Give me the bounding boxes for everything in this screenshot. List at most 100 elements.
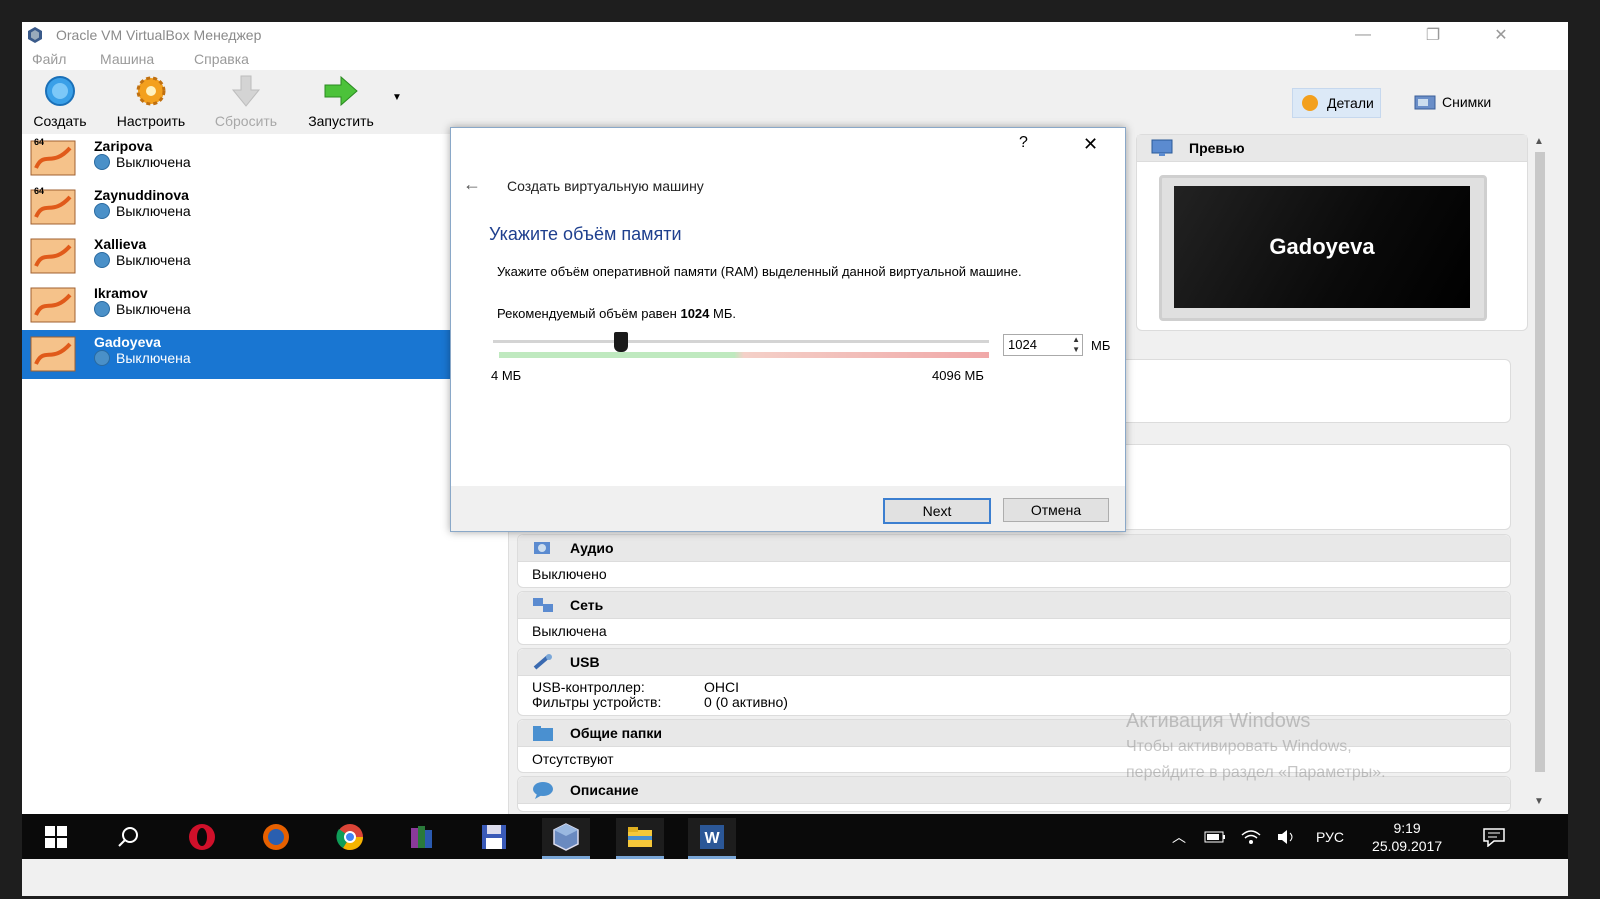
menu-machine[interactable]: Машина — [100, 51, 154, 67]
close-window-button[interactable]: ✕ — [1478, 22, 1524, 48]
volume-icon[interactable] — [1276, 829, 1298, 845]
camera-icon — [1414, 95, 1436, 110]
vm-item-xallieva[interactable]: Xallieva Выключена — [22, 232, 508, 281]
discard-button[interactable]: Сбросить — [208, 74, 284, 129]
scroll-up-icon[interactable]: ▲ — [1534, 136, 1544, 147]
os-icon — [30, 238, 76, 274]
vm-item-gadoyeva[interactable]: Gadoyeva Выключена — [22, 330, 508, 379]
wizard-heading: Укажите объём памяти — [489, 224, 682, 244]
gear-icon — [136, 76, 166, 106]
audio-value: Выключено — [532, 566, 607, 582]
vm-item-zaynuddinova[interactable]: 64 Zaynuddinova Выключена — [22, 183, 508, 232]
create-button[interactable]: Создать — [28, 74, 92, 129]
power-off-icon — [94, 203, 110, 219]
recommended-text: Рекомендуемый объём равен 1024 МБ. — [497, 306, 736, 321]
back-arrow-icon[interactable]: ← — [463, 174, 481, 195]
scrollbar-thumb[interactable] — [1535, 152, 1545, 772]
create-vm-dialog: ? ✕ ← Создать виртуальную машину Укажите… — [450, 127, 1126, 532]
help-button[interactable]: ? — [1019, 134, 1028, 152]
chevron-up-icon[interactable]: ︿ — [1172, 827, 1186, 847]
spin-arrows-icon[interactable]: ▲ ▼ — [1072, 335, 1080, 355]
settings-button[interactable]: Настроить — [110, 74, 192, 129]
restore-button[interactable]: ❐ — [1410, 22, 1456, 48]
audio-section: Аудио Выключено — [517, 534, 1511, 588]
clock[interactable]: 9:19 25.09.2017 — [1372, 819, 1442, 855]
taskbar-chrome[interactable] — [326, 818, 374, 856]
system-tray: ︿ РУС 9:19 25.09.2017 — [1172, 814, 1506, 859]
slider-min-label: 4 МБ — [491, 368, 522, 383]
taskbar-file-explorer[interactable] — [616, 818, 664, 859]
power-off-icon — [94, 252, 110, 268]
memory-spinbox[interactable]: 1024 ▲ ▼ — [1003, 334, 1083, 356]
usb-header[interactable]: USB — [518, 649, 1510, 676]
network-value: Выключена — [532, 623, 607, 639]
usb-section: USB USB-контроллер: OHCI Фильтры устройст… — [517, 648, 1511, 716]
menu-file[interactable]: Файл — [32, 51, 66, 67]
create-icon — [45, 76, 75, 106]
cancel-button[interactable]: Отмена — [1003, 498, 1109, 522]
vm-item-zaripova[interactable]: 64 Zaripova Выключена — [22, 134, 508, 183]
snapshots-button[interactable]: Снимки — [1408, 88, 1497, 116]
word-icon: W — [700, 825, 724, 849]
slider-track — [493, 340, 989, 343]
network-header[interactable]: Сеть — [518, 592, 1510, 619]
vm-item-ikramov[interactable]: Ikramov Выключена — [22, 281, 508, 330]
start-menu-button[interactable] — [32, 818, 80, 856]
archive-icon — [411, 826, 432, 848]
slider-zone-bar — [499, 352, 989, 358]
taskbar-virtualbox[interactable] — [542, 818, 590, 859]
folder-icon — [533, 726, 553, 741]
arrow-down-icon — [231, 75, 261, 107]
network-icon — [533, 598, 553, 612]
svg-text:W: W — [704, 830, 720, 847]
minimize-button[interactable]: — — [1340, 22, 1386, 48]
dialog-close-button[interactable]: ✕ — [1083, 134, 1098, 155]
firefox-icon — [263, 824, 289, 850]
memory-input[interactable]: 1024 — [1008, 337, 1037, 352]
virtualbox-icon — [553, 823, 579, 851]
taskbar-firefox[interactable] — [252, 818, 300, 856]
wizard-description: Укажите объём оперативной памяти (RAM) в… — [497, 264, 1022, 279]
menu-bar: Файл Машина Справка — [22, 48, 1568, 70]
taskbar: W ︿ РУС 9:19 25.09.2017 — [22, 814, 1568, 859]
chrome-icon — [336, 824, 364, 851]
slider-handle[interactable] — [614, 332, 628, 352]
start-dropdown-icon[interactable]: ▼ — [392, 92, 402, 103]
arch-badge: 64 — [34, 137, 45, 147]
wifi-icon[interactable] — [1240, 829, 1262, 845]
folder-icon — [628, 827, 652, 847]
power-off-icon — [94, 301, 110, 317]
os-icon — [30, 287, 76, 323]
scroll-down-icon[interactable]: ▼ — [1534, 796, 1544, 807]
wizard-breadcrumb: Создать виртуальную машину — [507, 178, 704, 194]
notifications-icon[interactable] — [1482, 827, 1506, 847]
speech-bubble-icon — [533, 782, 553, 799]
windows-logo-icon — [45, 826, 67, 848]
memory-unit: МБ — [1091, 338, 1111, 353]
os-icon — [30, 336, 76, 372]
start-button[interactable]: Запустить — [300, 74, 382, 129]
dialog-footer: Next Отмена — [451, 486, 1125, 531]
next-button[interactable]: Next — [883, 498, 991, 524]
battery-icon[interactable] — [1204, 830, 1226, 844]
windows-activation-watermark: Активация Windows Чтобы активировать Win… — [1126, 710, 1386, 781]
details-scrollbar[interactable]: ▲ ▼ — [1530, 134, 1550, 814]
power-off-icon — [94, 154, 110, 170]
network-section: Сеть Выключена — [517, 591, 1511, 645]
taskbar-winrar[interactable] — [398, 818, 446, 856]
input-language[interactable]: РУС — [1316, 829, 1344, 845]
search-button[interactable] — [104, 818, 152, 856]
taskbar-save-app[interactable] — [470, 818, 518, 856]
details-button[interactable]: Детали — [1292, 88, 1381, 118]
memory-slider[interactable] — [493, 330, 989, 366]
taskbar-opera[interactable] — [178, 818, 226, 856]
slider-max-label: 4096 МБ — [932, 368, 984, 383]
menu-help[interactable]: Справка — [194, 51, 249, 67]
arrow-right-icon — [324, 75, 358, 107]
audio-header[interactable]: Аудио — [518, 535, 1510, 562]
virtualbox-logo-icon — [28, 27, 42, 43]
usb-icon — [533, 654, 552, 670]
preview-header[interactable]: Превью — [1137, 135, 1527, 162]
preview-screen: Gadoyeva — [1159, 175, 1487, 321]
taskbar-word[interactable]: W — [688, 818, 736, 859]
